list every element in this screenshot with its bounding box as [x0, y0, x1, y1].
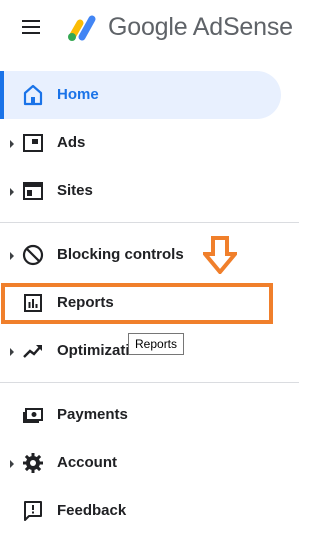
- sidebar-item-label: Account: [57, 454, 117, 471]
- divider: [0, 222, 299, 223]
- optimization-icon: [23, 345, 42, 358]
- expand-caret-icon[interactable]: [10, 140, 14, 148]
- home-icon: [23, 84, 43, 106]
- sidebar-item-label: Ads: [57, 134, 86, 151]
- sidebar-item-feedback[interactable]: Feedback: [0, 487, 299, 535]
- feedback-icon: [24, 501, 42, 521]
- expand-caret-icon[interactable]: [10, 252, 14, 260]
- blocking-icon: [22, 244, 44, 266]
- sidebar-item-label: Blocking controls: [57, 246, 184, 263]
- app-header: Google AdSense: [0, 0, 299, 56]
- sidebar-item-sites[interactable]: Sites: [0, 167, 299, 215]
- hamburger-menu-icon[interactable]: [22, 17, 44, 37]
- sidebar-item-blocking-controls[interactable]: Blocking controls: [0, 231, 299, 279]
- sidebar-item-ads[interactable]: Ads: [0, 119, 299, 167]
- down-arrow-icon: [203, 236, 237, 274]
- adsense-logo-icon: [68, 15, 96, 41]
- expand-caret-icon[interactable]: [10, 188, 14, 196]
- brand-title: Google AdSense: [108, 13, 293, 41]
- payments-icon: [23, 408, 43, 423]
- divider: [0, 382, 299, 383]
- ads-icon: [23, 134, 43, 152]
- sidebar-item-label: Home: [57, 86, 99, 103]
- sidebar-item-label: Payments: [57, 406, 128, 423]
- sites-icon: [23, 182, 43, 200]
- gear-icon: [23, 453, 43, 473]
- reports-highlight-box: [1, 283, 273, 324]
- expand-caret-icon[interactable]: [10, 460, 14, 468]
- sidebar-item-payments[interactable]: Payments: [0, 391, 299, 439]
- sidebar-item-label: Feedback: [57, 502, 127, 519]
- sidebar-item-home[interactable]: Home: [0, 71, 281, 119]
- sidebar-item-label: Sites: [57, 182, 93, 199]
- sidebar-item-account[interactable]: Account: [0, 439, 299, 487]
- tooltip: Reports: [128, 333, 185, 355]
- expand-caret-icon[interactable]: [10, 348, 14, 356]
